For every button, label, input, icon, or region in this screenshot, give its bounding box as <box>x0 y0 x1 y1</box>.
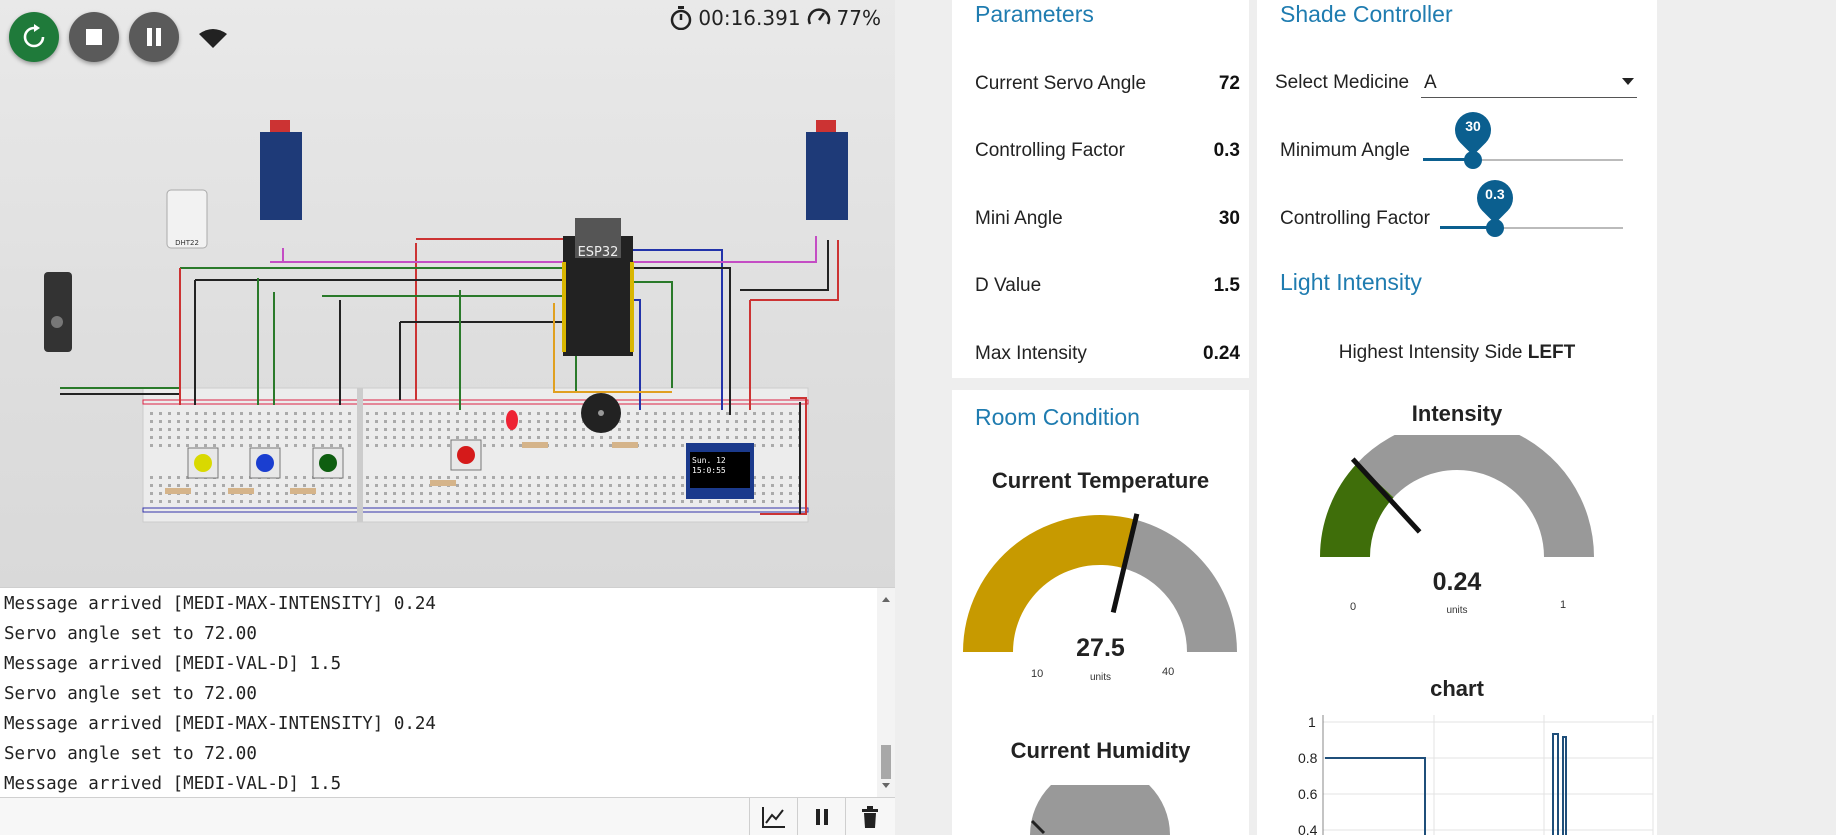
parameters-card: Parameters Current Servo Angle 72 Contro… <box>952 0 1249 378</box>
param-value: 30 <box>1218 208 1240 229</box>
slider-knob[interactable] <box>1485 219 1504 237</box>
gauge-background-arc <box>1357 435 1594 557</box>
dht22-label: DHT22 <box>175 239 199 247</box>
intensity-value: 0.24 <box>1432 568 1482 596</box>
param-label: Max Intensity <box>975 343 1087 364</box>
param-label: Controlling Factor <box>975 140 1125 161</box>
shade-controller-card: Shade Controller Select Medicine A Minim… <box>1257 0 1657 265</box>
temperature-value: 27.5 <box>1076 634 1125 662</box>
parameters-title: Parameters <box>975 1 1094 27</box>
caret-down-icon <box>1622 78 1634 85</box>
serial-toolbar <box>0 797 895 835</box>
slider-knob[interactable] <box>1464 151 1482 169</box>
param-label: D Value <box>975 275 1042 296</box>
serial-line: Servo angle set to 72.00 <box>4 684 257 704</box>
trash-icon <box>861 806 878 828</box>
scrollbar-thumb[interactable] <box>881 745 891 779</box>
temperature-min: 10 <box>1031 668 1044 680</box>
room-condition-title: Room Condition <box>975 404 1140 430</box>
pause-icon <box>815 809 828 825</box>
gauge-background-arc <box>1122 519 1237 652</box>
param-value: 0.3 <box>1213 140 1240 161</box>
param-label: Current Servo Angle <box>975 73 1147 94</box>
controlling-factor-slider[interactable]: 0.3 <box>1440 168 1623 238</box>
gauge-value-arc <box>963 515 1136 652</box>
temperature-gauge-title: Current Temperature <box>991 468 1210 493</box>
temperature-units: units <box>1089 672 1112 683</box>
chart-line-icon <box>761 807 785 828</box>
param-label: Mini Angle <box>975 208 1063 229</box>
serial-line: Message arrived [MEDI-MAX-INTENSITY] 0.2… <box>4 714 436 734</box>
intensity-gauge-title: Intensity <box>1411 401 1503 426</box>
param-value: 0.24 <box>1203 343 1240 364</box>
temperature-max: 40 <box>1162 666 1175 678</box>
serial-line: Message arrived [MEDI-VAL-D] 1.5 <box>4 654 342 674</box>
serial-line: Message arrived [MEDI-VAL-D] 1.5 <box>4 774 342 794</box>
chart-plot <box>1322 715 1654 835</box>
oled-line-1: Sun. 12 <box>692 456 726 465</box>
minimum-angle-slider[interactable]: 30 <box>1423 100 1623 170</box>
intensity-min: 0 <box>1350 601 1357 613</box>
humidity-gauge-title: Current Humidity <box>1010 738 1191 763</box>
highest-intensity-value: LEFT <box>1527 342 1576 363</box>
scroll-down-icon[interactable] <box>877 779 895 793</box>
param-value: 72 <box>1218 73 1240 94</box>
minimum-angle-label: Minimum Angle <box>1280 140 1410 161</box>
clear-serial-button[interactable] <box>845 798 893 835</box>
light-intensity-title: Light Intensity <box>1280 269 1422 295</box>
intensity-units: units <box>1446 605 1468 616</box>
plotter-button[interactable] <box>749 798 797 835</box>
serial-scrollbar[interactable] <box>877 588 895 797</box>
esp32-label: ESP32 <box>578 245 619 260</box>
intensity-gauge <box>1320 435 1594 557</box>
light-intensity-card: Light Intensity Highest Intensity Side L… <box>1257 265 1657 670</box>
serial-line: Servo angle set to 72.00 <box>4 744 257 764</box>
select-medicine-label: Select Medicine <box>1275 72 1410 93</box>
chart-card: chart 1 0.8 0.6 0.4 <box>1257 670 1657 835</box>
medicine-select-value: A <box>1424 72 1437 93</box>
room-condition-card: Room Condition Current Temperature 27.5 … <box>952 390 1249 835</box>
circuit-diagram: ESP32 DHT22 Sun. 12 15:0:55 <box>44 120 848 523</box>
highest-intensity-text: Highest Intensity Side LEFT <box>1257 342 1657 364</box>
dashboard: Parameters Current Servo Angle 72 Contro… <box>895 0 1836 835</box>
serial-monitor[interactable]: Message arrived [MEDI-MAX-INTENSITY] 0.2… <box>0 587 895 797</box>
chart-series-line <box>1325 733 1567 835</box>
serial-pause-button[interactable] <box>797 798 845 835</box>
oled-line-2: 15:0:55 <box>692 466 726 475</box>
intensity-max: 1 <box>1560 599 1567 611</box>
highest-intensity-label: Highest Intensity Side <box>1338 342 1523 363</box>
minimum-angle-value: 30 <box>1465 118 1481 134</box>
controlling-factor-label: Controlling Factor <box>1280 208 1430 229</box>
simulation-canvas[interactable]: 00:16.391 77% ESP32 DHT22 Sun. 12 15:0:5… <box>0 0 895 587</box>
controlling-factor-value: 0.3 <box>1485 186 1505 202</box>
param-value: 1.5 <box>1213 275 1240 296</box>
serial-line: Message arrived [MEDI-MAX-INTENSITY] 0.2… <box>4 594 436 614</box>
serial-line: Servo angle set to 72.00 <box>4 624 257 644</box>
scroll-up-icon[interactable] <box>877 592 895 606</box>
medicine-select[interactable]: A <box>1421 64 1637 98</box>
humidity-gauge <box>1030 785 1170 835</box>
shade-controller-title: Shade Controller <box>1280 1 1453 27</box>
